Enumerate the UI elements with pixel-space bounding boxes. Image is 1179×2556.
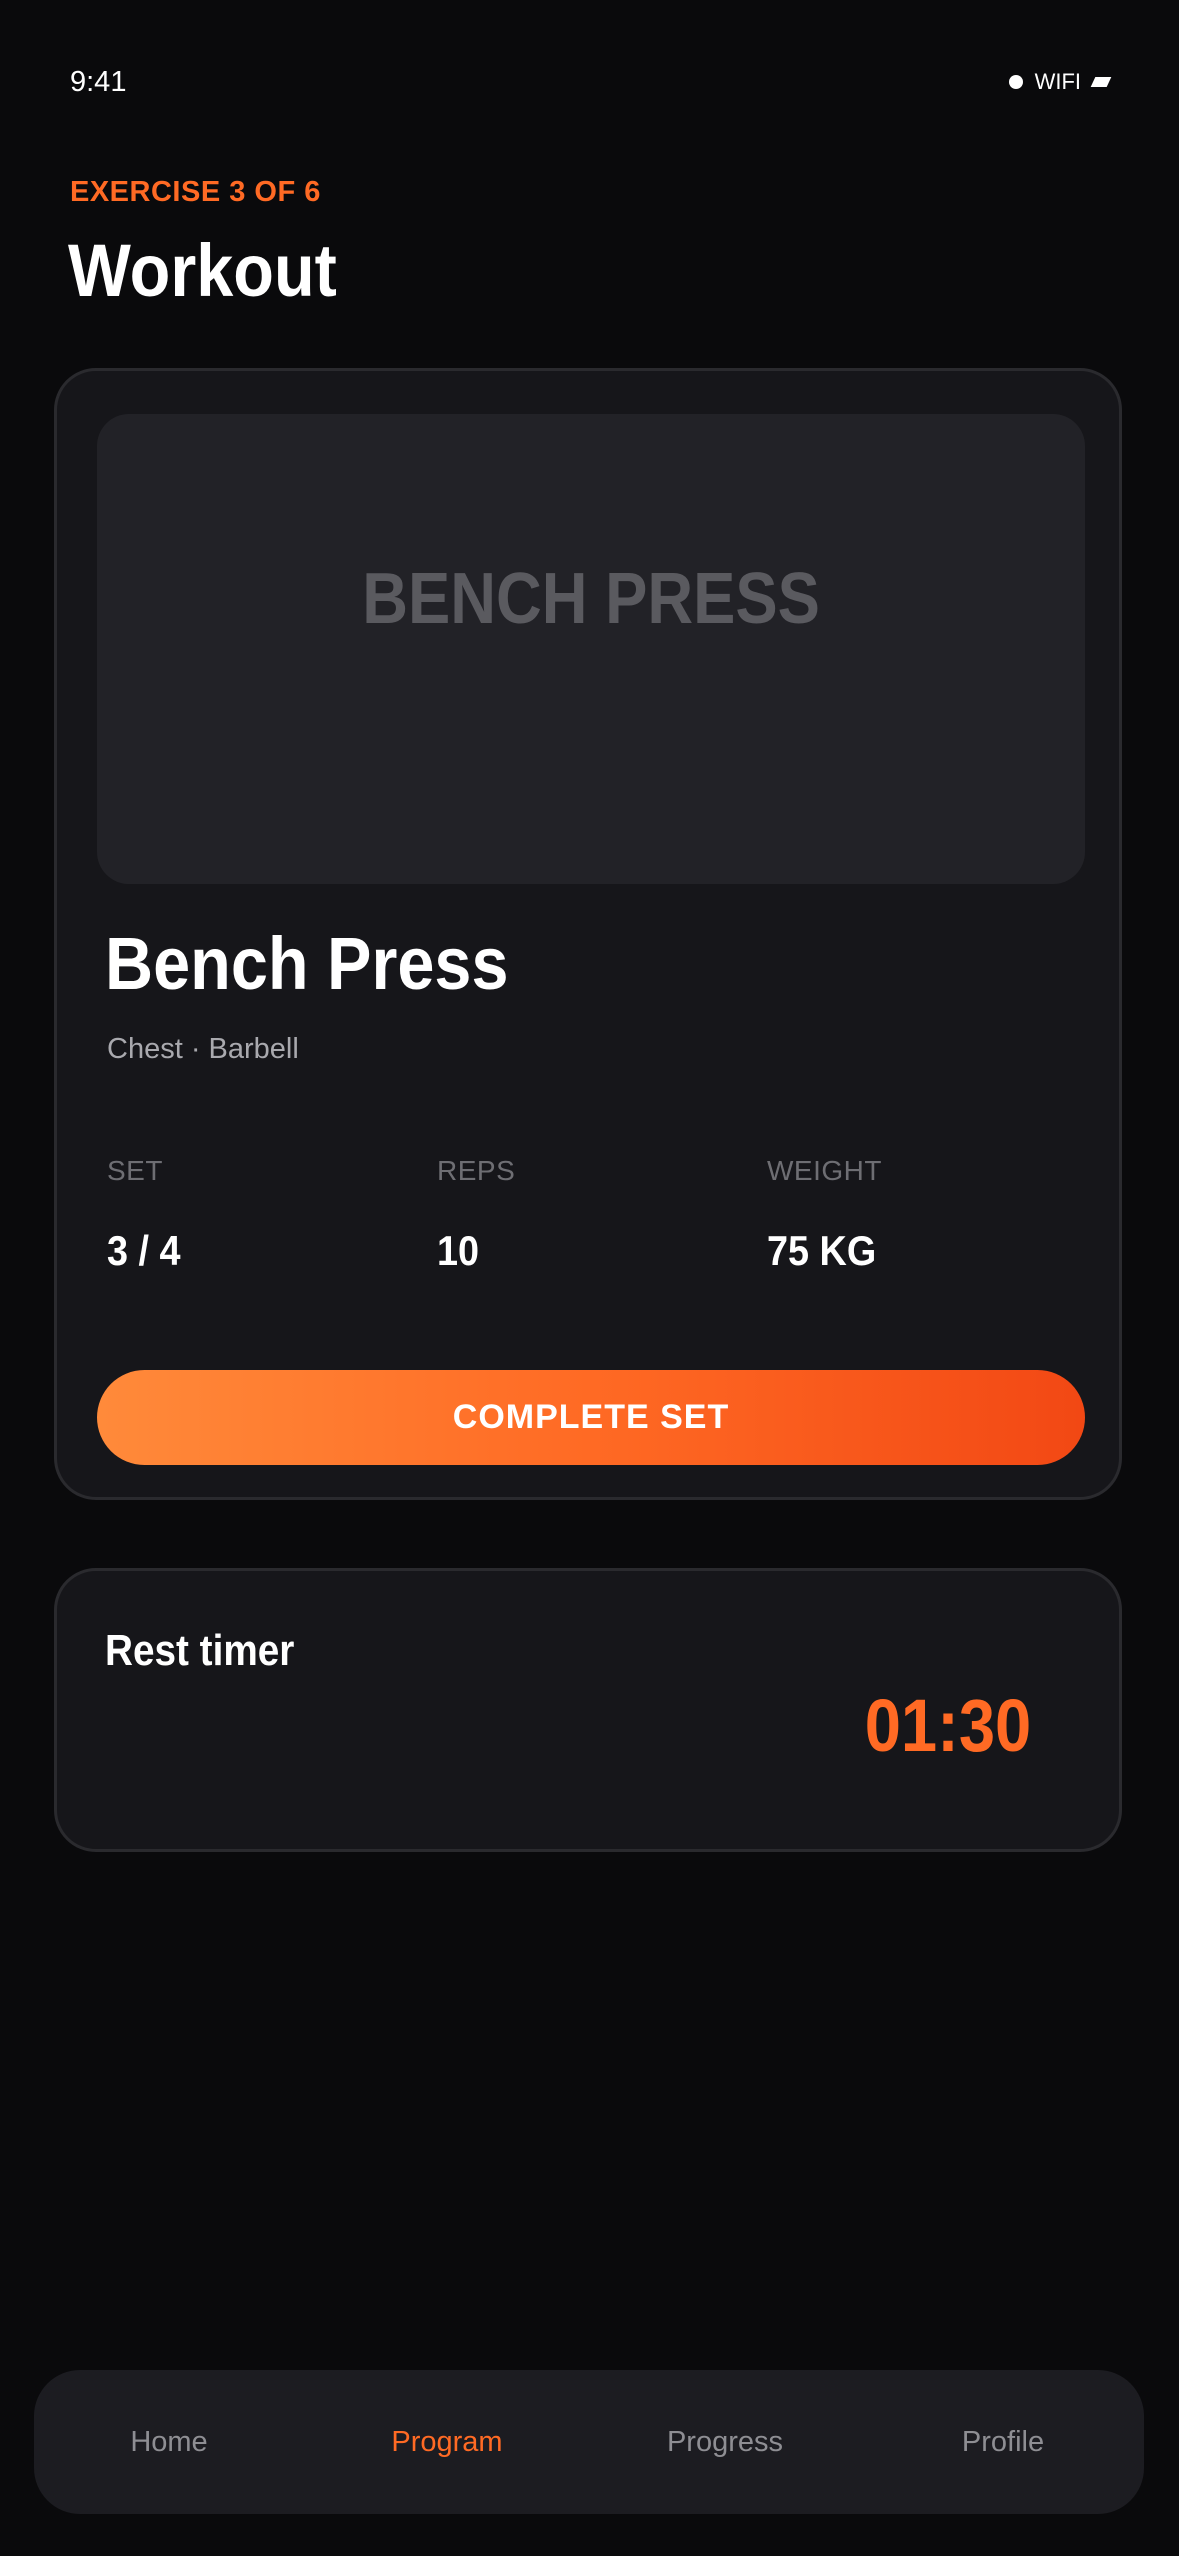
signal-dot-icon bbox=[1008, 75, 1023, 89]
battery-icon bbox=[1090, 77, 1112, 87]
wifi-label: WIFI bbox=[1034, 69, 1081, 94]
exercise-image-text: BENCH PRESS bbox=[362, 559, 820, 639]
tab-progress[interactable]: Progress bbox=[595, 2370, 855, 2514]
status-time: 9:41 bbox=[70, 65, 127, 98]
status-icons: WIFI bbox=[1008, 69, 1112, 95]
bottom-tab-bar: Home Program Progress Profile bbox=[34, 2370, 1144, 2514]
tab-program[interactable]: Program bbox=[317, 2370, 577, 2514]
status-bar: 9:41 WIFI bbox=[70, 62, 1112, 102]
tab-profile[interactable]: Profile bbox=[873, 2370, 1133, 2514]
stat-reps: REPS 10 bbox=[437, 1155, 515, 1275]
stat-value: 3 / 4 bbox=[107, 1227, 181, 1274]
stat-set: SET 3 / 4 bbox=[107, 1155, 189, 1275]
complete-set-button[interactable]: COMPLETE SET bbox=[97, 1370, 1085, 1465]
exercise-meta: Chest · Barbell bbox=[107, 1033, 299, 1065]
stat-label: REPS bbox=[437, 1155, 516, 1186]
rest-timer-title: Rest timer bbox=[105, 1626, 295, 1675]
stat-weight: WEIGHT 75 KG bbox=[767, 1155, 888, 1275]
exercise-progress-label: EXERCISE 3 OF 6 bbox=[70, 176, 321, 208]
stat-value: 75 KG bbox=[767, 1227, 877, 1274]
tab-home[interactable]: Home bbox=[39, 2370, 299, 2514]
rest-timer-value: 01:30 bbox=[864, 1684, 1031, 1767]
exercise-card: BENCH PRESS Bench Press Chest · Barbell … bbox=[54, 368, 1122, 1500]
stat-label: WEIGHT bbox=[767, 1155, 882, 1186]
stat-value: 10 bbox=[437, 1227, 480, 1274]
stat-label: SET bbox=[107, 1155, 163, 1186]
rest-timer-card: Rest timer 01:30 bbox=[54, 1568, 1122, 1852]
page-title: Workout bbox=[68, 229, 337, 312]
exercise-image-placeholder: BENCH PRESS bbox=[97, 414, 1085, 884]
exercise-name: Bench Press bbox=[105, 922, 509, 1005]
